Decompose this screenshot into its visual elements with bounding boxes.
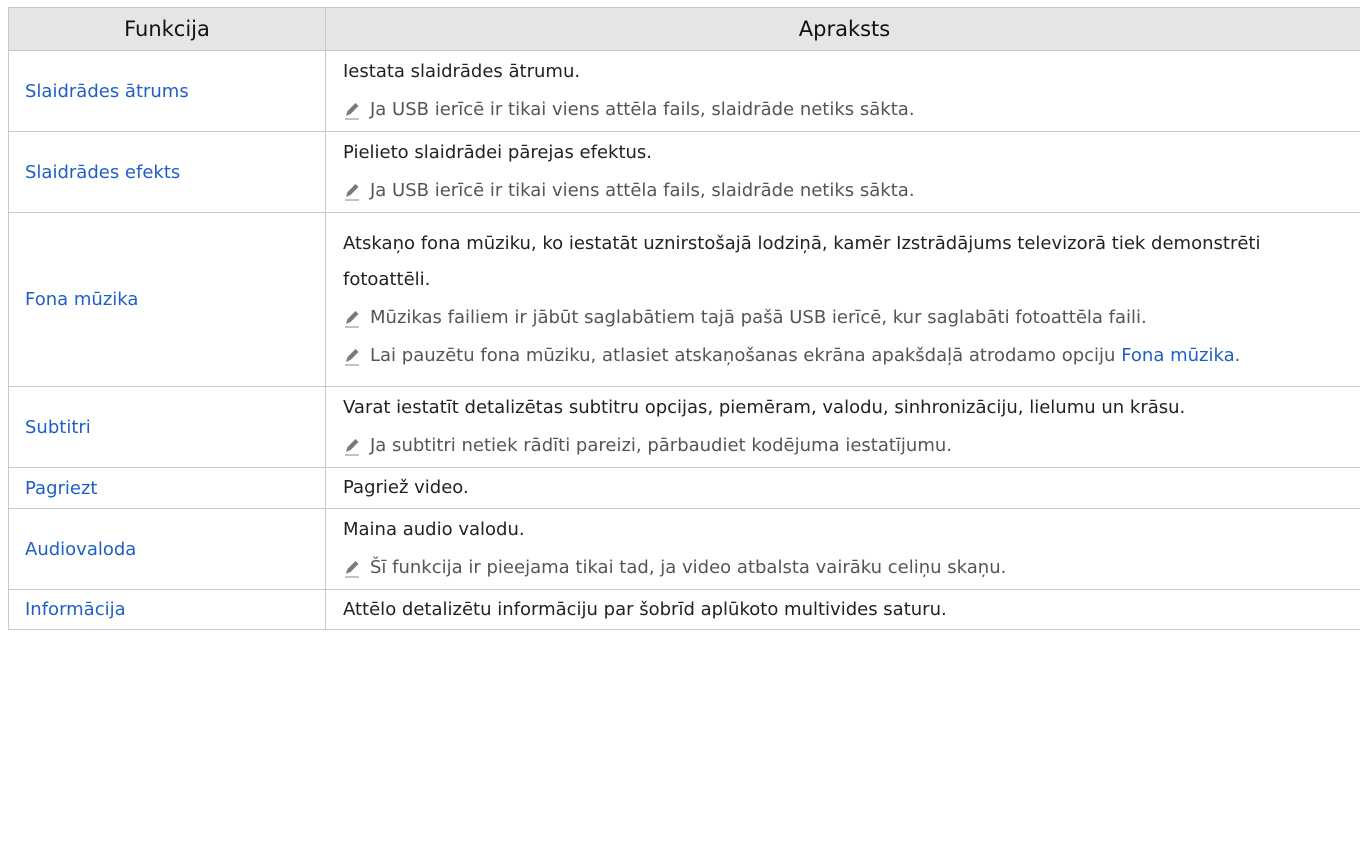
description-text: Varat iestatīt detalizētas subtitru opci… bbox=[343, 397, 1186, 418]
note-text: Ja subtitri netiek rādīti pareizi, pārba… bbox=[370, 435, 953, 456]
description-text: Maina audio valodu. bbox=[343, 519, 525, 540]
function-name-rotate[interactable]: Pagriezt bbox=[8, 467, 326, 509]
note-suffix: . bbox=[1234, 344, 1241, 366]
header-funkcija: Funkcija bbox=[8, 7, 326, 51]
description-text: Pielieto slaidrādei pārejas efektus. bbox=[343, 142, 653, 163]
table-row: Slaidrādes efekts Pielieto slaidrādei pā… bbox=[8, 131, 1360, 213]
description-text: Pagriež video. bbox=[343, 477, 469, 498]
table-row: Audiovaloda Maina audio valodu. Šī funkc… bbox=[8, 508, 1360, 590]
table-row: Informācija Attēlo detalizētu informācij… bbox=[8, 589, 1360, 630]
description-text: Iestata slaidrādes ātrumu. bbox=[343, 61, 581, 82]
function-description: Maina audio valodu. Šī funkcija ir pieej… bbox=[325, 508, 1360, 590]
header-apraksts: Apraksts bbox=[325, 7, 1360, 51]
function-name-subtitles[interactable]: Subtitri bbox=[8, 386, 326, 468]
function-description: Varat iestatīt detalizētas subtitru opci… bbox=[325, 386, 1360, 468]
note-text: Šī funkcija ir pieejama tikai tad, ja vi… bbox=[370, 557, 1007, 578]
function-name-slide-speed[interactable]: Slaidrādes ātrums bbox=[8, 50, 326, 132]
note: Šī funkcija ir pieejama tikai tad, ja vi… bbox=[343, 550, 1351, 586]
function-name-background-music[interactable]: Fona mūzika bbox=[8, 212, 326, 387]
pencil-icon bbox=[345, 310, 359, 328]
function-name-slide-effect[interactable]: Slaidrādes efekts bbox=[8, 131, 326, 213]
description-text: Atskaņo fona mūziku, ko iestatāt uznirst… bbox=[343, 232, 1261, 290]
table-row: Slaidrādes ātrums Iestata slaidrādes ātr… bbox=[8, 50, 1360, 132]
note: Ja USB ierīcē ir tikai viens attēla fail… bbox=[343, 92, 1351, 128]
pencil-icon bbox=[345, 348, 359, 366]
note-text: Mūzikas failiem ir jābūt saglabātiem taj… bbox=[370, 306, 1147, 328]
note-text: Lai pauzētu fona mūziku, atlasiet atskaņ… bbox=[370, 344, 1116, 366]
note-text: Ja USB ierīcē ir tikai viens attēla fail… bbox=[370, 180, 915, 201]
function-table: Funkcija Apraksts Slaidrādes ātrums Iest… bbox=[8, 7, 1360, 630]
function-description: Pagriež video. bbox=[325, 467, 1360, 509]
function-description: Iestata slaidrādes ātrumu. Ja USB ierīcē… bbox=[325, 50, 1360, 132]
function-name-information[interactable]: Informācija bbox=[8, 589, 326, 630]
table-row: Pagriezt Pagriež video. bbox=[8, 467, 1360, 509]
pencil-icon bbox=[345, 184, 359, 201]
pencil-icon bbox=[345, 103, 359, 120]
note: Mūzikas failiem ir jābūt saglabātiem taj… bbox=[343, 300, 1351, 336]
table-row: Fona mūzika Atskaņo fona mūziku, ko iest… bbox=[8, 212, 1360, 387]
function-description: Pielieto slaidrādei pārejas efektus. Ja … bbox=[325, 131, 1360, 213]
note-text: Ja USB ierīcē ir tikai viens attēla fail… bbox=[370, 99, 915, 120]
note: Ja subtitri netiek rādīti pareizi, pārba… bbox=[343, 428, 1351, 464]
note: Lai pauzētu fona mūziku, atlasiet atskaņ… bbox=[343, 338, 1351, 374]
description-text: Attēlo detalizētu informāciju par šobrīd… bbox=[343, 598, 947, 620]
note: Ja USB ierīcē ir tikai viens attēla fail… bbox=[343, 173, 1351, 209]
pencil-icon bbox=[345, 439, 359, 456]
pencil-icon bbox=[345, 561, 359, 578]
table-header-row: Funkcija Apraksts bbox=[8, 7, 1360, 51]
function-description: Attēlo detalizētu informāciju par šobrīd… bbox=[325, 589, 1360, 630]
menu-reference-link[interactable]: Fona mūzika bbox=[1121, 345, 1234, 366]
function-name-audio-language[interactable]: Audiovaloda bbox=[8, 508, 326, 590]
function-description: Atskaņo fona mūziku, ko iestatāt uznirst… bbox=[325, 212, 1360, 387]
table-row: Subtitri Varat iestatīt detalizētas subt… bbox=[8, 386, 1360, 468]
